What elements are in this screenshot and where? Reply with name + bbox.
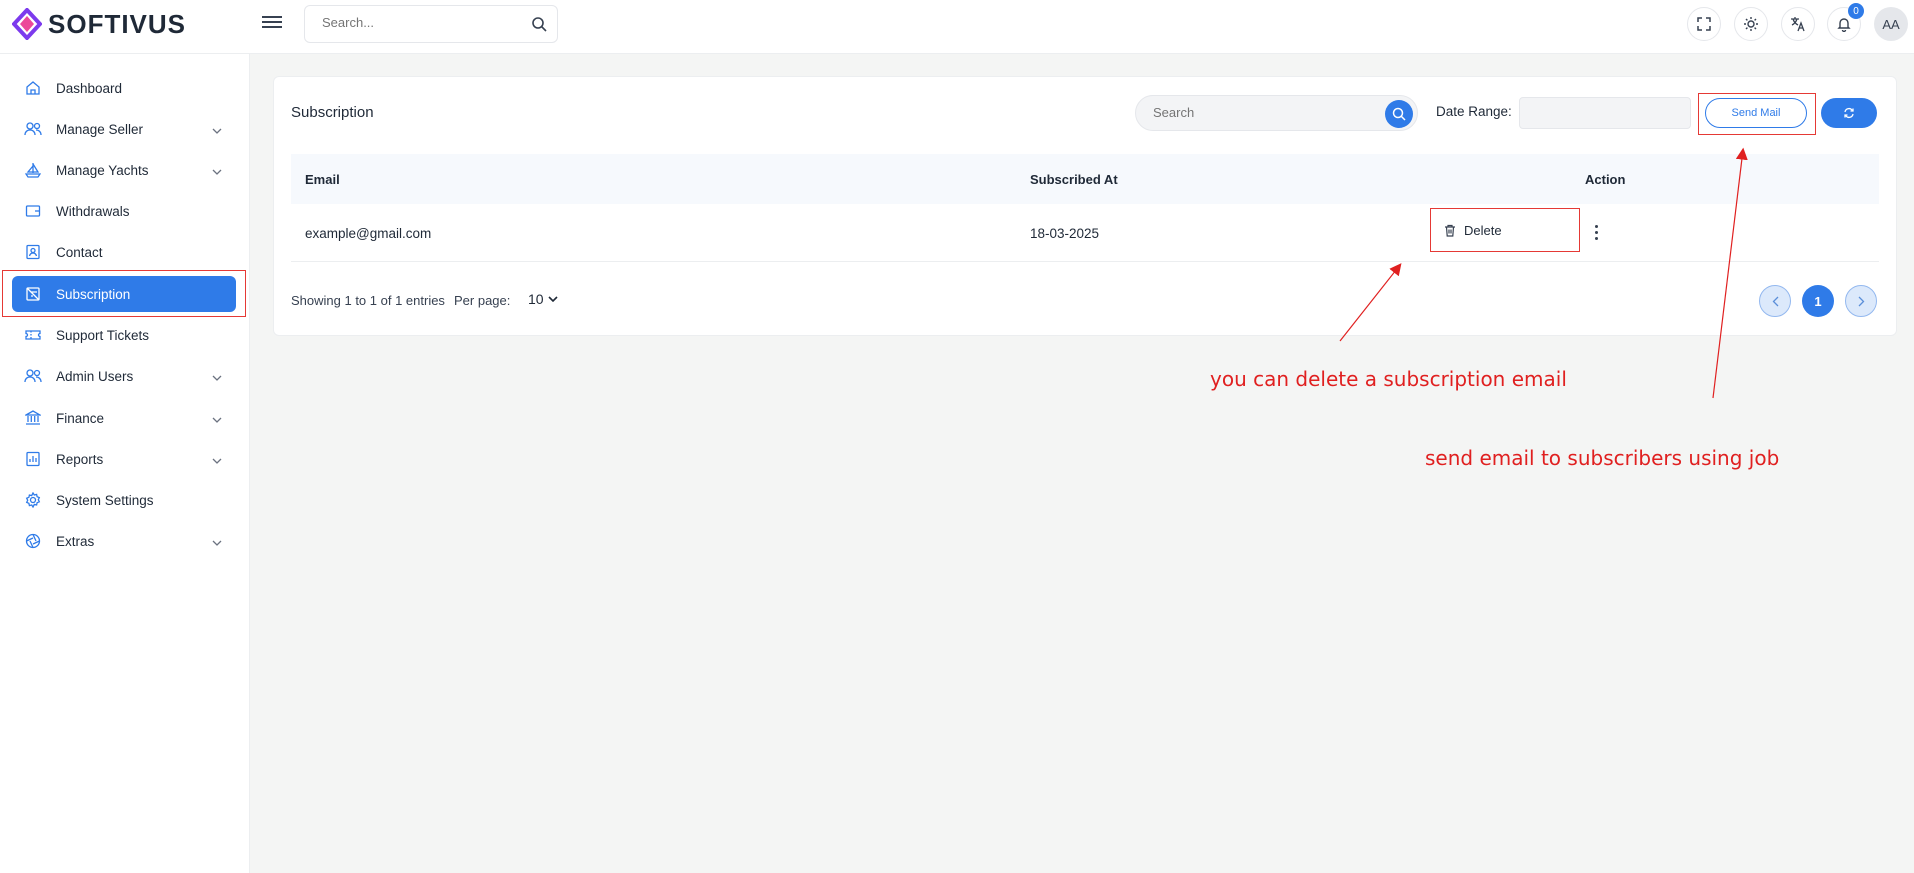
gear-icon [24, 491, 42, 509]
sidebar-item-system-settings[interactable]: System Settings [12, 482, 236, 518]
search-icon [1392, 107, 1406, 121]
brand-logo[interactable]: SOFTIVUS [12, 8, 186, 40]
wallet-icon [24, 202, 42, 220]
search-icon[interactable] [531, 16, 547, 37]
search-button[interactable] [1385, 100, 1413, 128]
menu-toggle-icon[interactable] [262, 13, 282, 31]
table-search-input[interactable] [1153, 105, 1373, 120]
date-range-label: Date Range: [1436, 104, 1512, 119]
table-header: Email Subscribed At Action [291, 154, 1879, 204]
sidebar-highlight-box [2, 270, 246, 317]
send-mail-button[interactable]: Send Mail [1705, 98, 1807, 128]
sidebar: Dashboard Manage Seller Manage Yachts Wi… [0, 54, 250, 873]
chevron-right-icon [1858, 296, 1864, 306]
entries-summary: Showing 1 to 1 of 1 entries [291, 293, 445, 308]
more-options-icon[interactable] [1592, 223, 1600, 241]
sailboat-icon [24, 161, 42, 179]
translate-icon[interactable] [1781, 7, 1815, 41]
contact-icon [24, 243, 42, 261]
column-header-action: Action [1585, 172, 1626, 187]
sidebar-item-support-tickets[interactable]: Support Tickets [12, 317, 236, 353]
sidebar-item-extras[interactable]: Extras [12, 523, 236, 559]
bell-icon [1837, 18, 1851, 32]
chevron-left-icon [1772, 296, 1778, 306]
table-search[interactable] [1135, 95, 1418, 131]
chevron-down-icon [548, 296, 558, 302]
sidebar-item-label: Finance [56, 410, 105, 426]
sidebar-item-withdrawals[interactable]: Withdrawals [12, 193, 236, 229]
sidebar-item-manage-yachts[interactable]: Manage Yachts [12, 152, 236, 188]
trash-icon [1445, 224, 1455, 237]
send-mail-annotation-text: send email to subscribers using job [1425, 446, 1780, 470]
sidebar-item-label: Manage Yachts [56, 162, 149, 178]
home-icon [24, 79, 42, 97]
sidebar-item-reports[interactable]: Reports [12, 441, 236, 477]
chevron-down-icon [212, 411, 222, 426]
report-icon [24, 450, 42, 468]
header-search[interactable] [304, 5, 558, 43]
sidebar-item-label: System Settings [56, 492, 154, 508]
sidebar-item-admin-users[interactable]: Admin Users [12, 358, 236, 394]
notification-bell[interactable]: 0 [1827, 3, 1864, 41]
refresh-icon [1844, 107, 1854, 119]
table-row: example@gmail.com 18-03-2025 Delete [291, 204, 1879, 262]
sidebar-item-label: Withdrawals [56, 203, 130, 219]
fullscreen-icon[interactable] [1687, 7, 1721, 41]
date-range-input[interactable] [1519, 97, 1691, 129]
pagination-next-button[interactable] [1845, 285, 1877, 317]
per-page-select[interactable]: 10 [528, 291, 558, 307]
subscription-card: Subscription Date Range: Send Mail Email… [273, 76, 1897, 336]
email-cell: example@gmail.com [305, 226, 432, 241]
page-title: Subscription [291, 104, 374, 121]
pagination-page-1[interactable]: 1 [1802, 285, 1834, 317]
chevron-down-icon [212, 452, 222, 467]
bank-icon [24, 409, 42, 427]
chevron-down-icon [212, 122, 222, 137]
sidebar-item-label: Contact [56, 244, 103, 260]
subscribed-at-cell: 18-03-2025 [1030, 226, 1100, 241]
top-header: SOFTIVUS 0 AA [0, 0, 1914, 54]
delete-annotation-text: you can delete a subscription email [1210, 367, 1567, 391]
notification-badge: 0 [1848, 3, 1864, 19]
avatar[interactable]: AA [1874, 7, 1908, 41]
ticket-icon [24, 326, 42, 344]
column-header-email: Email [305, 172, 340, 187]
sidebar-item-label: Admin Users [56, 368, 134, 384]
chevron-down-icon [212, 163, 222, 178]
delete-label: Delete [1464, 222, 1502, 238]
sidebar-item-finance[interactable]: Finance [12, 400, 236, 436]
sidebar-item-label: Dashboard [56, 80, 123, 96]
sidebar-item-label: Extras [56, 533, 95, 549]
sidebar-item-label: Reports [56, 451, 104, 467]
sidebar-item-manage-seller[interactable]: Manage Seller [12, 111, 236, 147]
per-page-label: Per page: [454, 293, 511, 308]
users-icon [24, 367, 42, 385]
column-header-subscribed-at: Subscribed At [1030, 172, 1118, 187]
delete-menu-item[interactable]: Delete [1430, 208, 1580, 252]
refresh-button[interactable] [1821, 98, 1877, 128]
pagination-prev-button[interactable] [1759, 285, 1791, 317]
per-page-value: 10 [528, 291, 544, 307]
brand-name: SOFTIVUS [48, 8, 187, 39]
sidebar-item-dashboard[interactable]: Dashboard [12, 70, 236, 106]
sidebar-item-contact[interactable]: Contact [12, 234, 236, 270]
sidebar-item-label: Support Tickets [56, 327, 150, 343]
aperture-icon [24, 532, 42, 550]
chevron-down-icon [212, 534, 222, 549]
sidebar-item-label: Manage Seller [56, 121, 144, 137]
theme-toggle-icon[interactable] [1734, 7, 1768, 41]
users-icon [24, 120, 42, 138]
logo-icon [12, 8, 42, 40]
header-search-input[interactable] [322, 15, 512, 30]
chevron-down-icon [212, 369, 222, 384]
